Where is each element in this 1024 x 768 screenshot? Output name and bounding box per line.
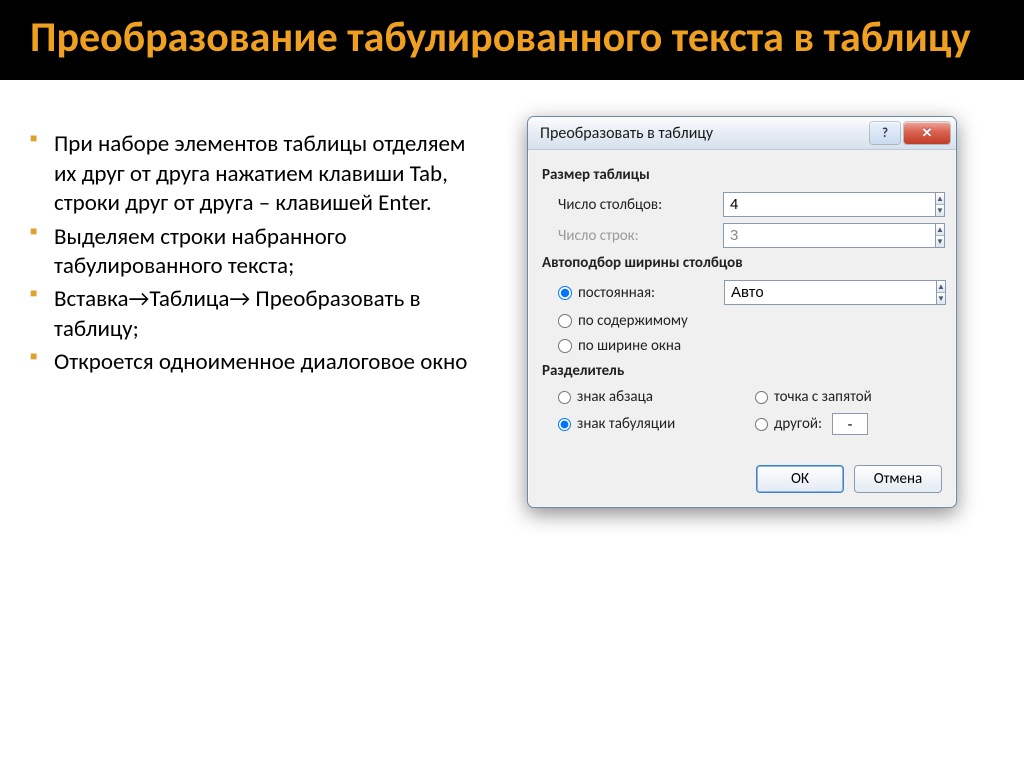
size-group-label: Размер таблицы bbox=[542, 166, 942, 184]
bullet-item: Вставка→Таблица→ Преобразовать в таблицу… bbox=[30, 285, 470, 344]
spin-down-icon: ▼ bbox=[936, 236, 944, 247]
autofit-content-radio[interactable] bbox=[558, 314, 572, 328]
help-icon: ? bbox=[882, 126, 888, 141]
sep-other-label: другой: bbox=[774, 415, 822, 433]
rows-input bbox=[723, 223, 935, 248]
bullet-item: Выделяем строки набранного табулированно… bbox=[30, 223, 470, 282]
ok-button[interactable]: ОК bbox=[756, 465, 844, 493]
spinner-buttons: ▲ ▼ bbox=[935, 223, 945, 248]
cancel-button[interactable]: Отмена bbox=[854, 465, 942, 493]
spin-up-icon[interactable]: ▲ bbox=[937, 281, 945, 293]
separator-grid: знак абзаца точка с запятой знак табуляц… bbox=[558, 388, 942, 435]
spinner-buttons[interactable]: ▲ ▼ bbox=[936, 280, 946, 305]
sep-tab-cell: знак табуляции bbox=[558, 413, 745, 435]
dialog-titlebar[interactable]: Преобразовать в таблицу ? ✕ bbox=[528, 117, 956, 150]
sep-other-radio[interactable] bbox=[755, 418, 768, 431]
autofit-group-label: Автоподбор ширины столбцов bbox=[542, 254, 942, 272]
slide-title: Преобразование табулированного текста в … bbox=[30, 14, 994, 62]
sep-other-cell: другой: bbox=[755, 413, 942, 435]
autofit-content-row: по содержимому bbox=[558, 312, 942, 330]
columns-input[interactable] bbox=[723, 192, 935, 217]
slide-title-bar: Преобразование табулированного текста в … bbox=[0, 0, 1024, 80]
sep-semicolon-radio[interactable] bbox=[755, 391, 768, 404]
autofit-content-label: по содержимому bbox=[578, 312, 688, 330]
separator-group-label: Разделитель bbox=[542, 362, 942, 380]
spinner-buttons[interactable]: ▲ ▼ bbox=[935, 192, 945, 217]
fixed-width-input[interactable] bbox=[724, 280, 936, 305]
sep-paragraph-radio[interactable] bbox=[558, 391, 571, 404]
bullet-item: Откроется одноименное диалоговое окно bbox=[30, 348, 470, 377]
autofit-window-label: по ширине окна bbox=[578, 337, 681, 355]
sep-paragraph-label: знак абзаца bbox=[577, 388, 653, 406]
spin-down-icon[interactable]: ▼ bbox=[937, 293, 945, 304]
sep-semicolon-label: точка с запятой bbox=[774, 388, 872, 406]
sep-tab-label: знак табуляции bbox=[577, 415, 675, 433]
dialog-wrap: Преобразовать в таблицу ? ✕ Размер табли… bbox=[490, 110, 994, 508]
cancel-label: Отмена bbox=[874, 470, 922, 488]
bullet-item: При наборе элементов таблицы отделяем их… bbox=[30, 130, 470, 218]
sep-other-input[interactable] bbox=[832, 413, 868, 435]
bullet-list: При наборе элементов таблицы отделяем их… bbox=[30, 130, 470, 378]
fixed-width-radio[interactable] bbox=[558, 286, 572, 300]
dialog-title: Преобразовать в таблицу bbox=[540, 124, 866, 143]
rows-row: Число строк: ▲ ▼ bbox=[558, 223, 942, 248]
rows-spinner: ▲ ▼ bbox=[723, 223, 818, 248]
fixed-width-label: постоянная: bbox=[578, 284, 718, 302]
spin-down-icon[interactable]: ▼ bbox=[936, 205, 944, 216]
close-icon: ✕ bbox=[922, 126, 933, 141]
rows-label: Число строк: bbox=[558, 227, 723, 245]
bullet-column: При наборе элементов таблицы отделяем их… bbox=[30, 110, 470, 508]
fixed-width-row: постоянная: ▲ ▼ bbox=[558, 280, 942, 305]
columns-spinner[interactable]: ▲ ▼ bbox=[723, 192, 818, 217]
dialog-body: Размер таблицы Число столбцов: ▲ ▼ Число… bbox=[528, 150, 956, 453]
columns-row: Число столбцов: ▲ ▼ bbox=[558, 192, 942, 217]
spin-up-icon[interactable]: ▲ bbox=[936, 193, 944, 205]
spin-up-icon: ▲ bbox=[936, 224, 944, 236]
sep-semicolon-cell: точка с запятой bbox=[755, 388, 942, 406]
autofit-window-row: по ширине окна bbox=[558, 337, 942, 355]
close-button[interactable]: ✕ bbox=[904, 122, 950, 144]
help-button[interactable]: ? bbox=[870, 122, 900, 144]
slide-content: При наборе элементов таблицы отделяем их… bbox=[0, 80, 1024, 508]
sep-paragraph-cell: знак абзаца bbox=[558, 388, 745, 406]
sep-tab-radio[interactable] bbox=[558, 418, 571, 431]
fixed-width-spinner[interactable]: ▲ ▼ bbox=[724, 280, 819, 305]
dialog-footer: ОК Отмена bbox=[528, 453, 956, 507]
ok-label: ОК bbox=[791, 470, 809, 488]
autofit-window-radio[interactable] bbox=[558, 339, 572, 353]
convert-to-table-dialog: Преобразовать в таблицу ? ✕ Размер табли… bbox=[527, 116, 957, 508]
columns-label: Число столбцов: bbox=[558, 196, 723, 214]
